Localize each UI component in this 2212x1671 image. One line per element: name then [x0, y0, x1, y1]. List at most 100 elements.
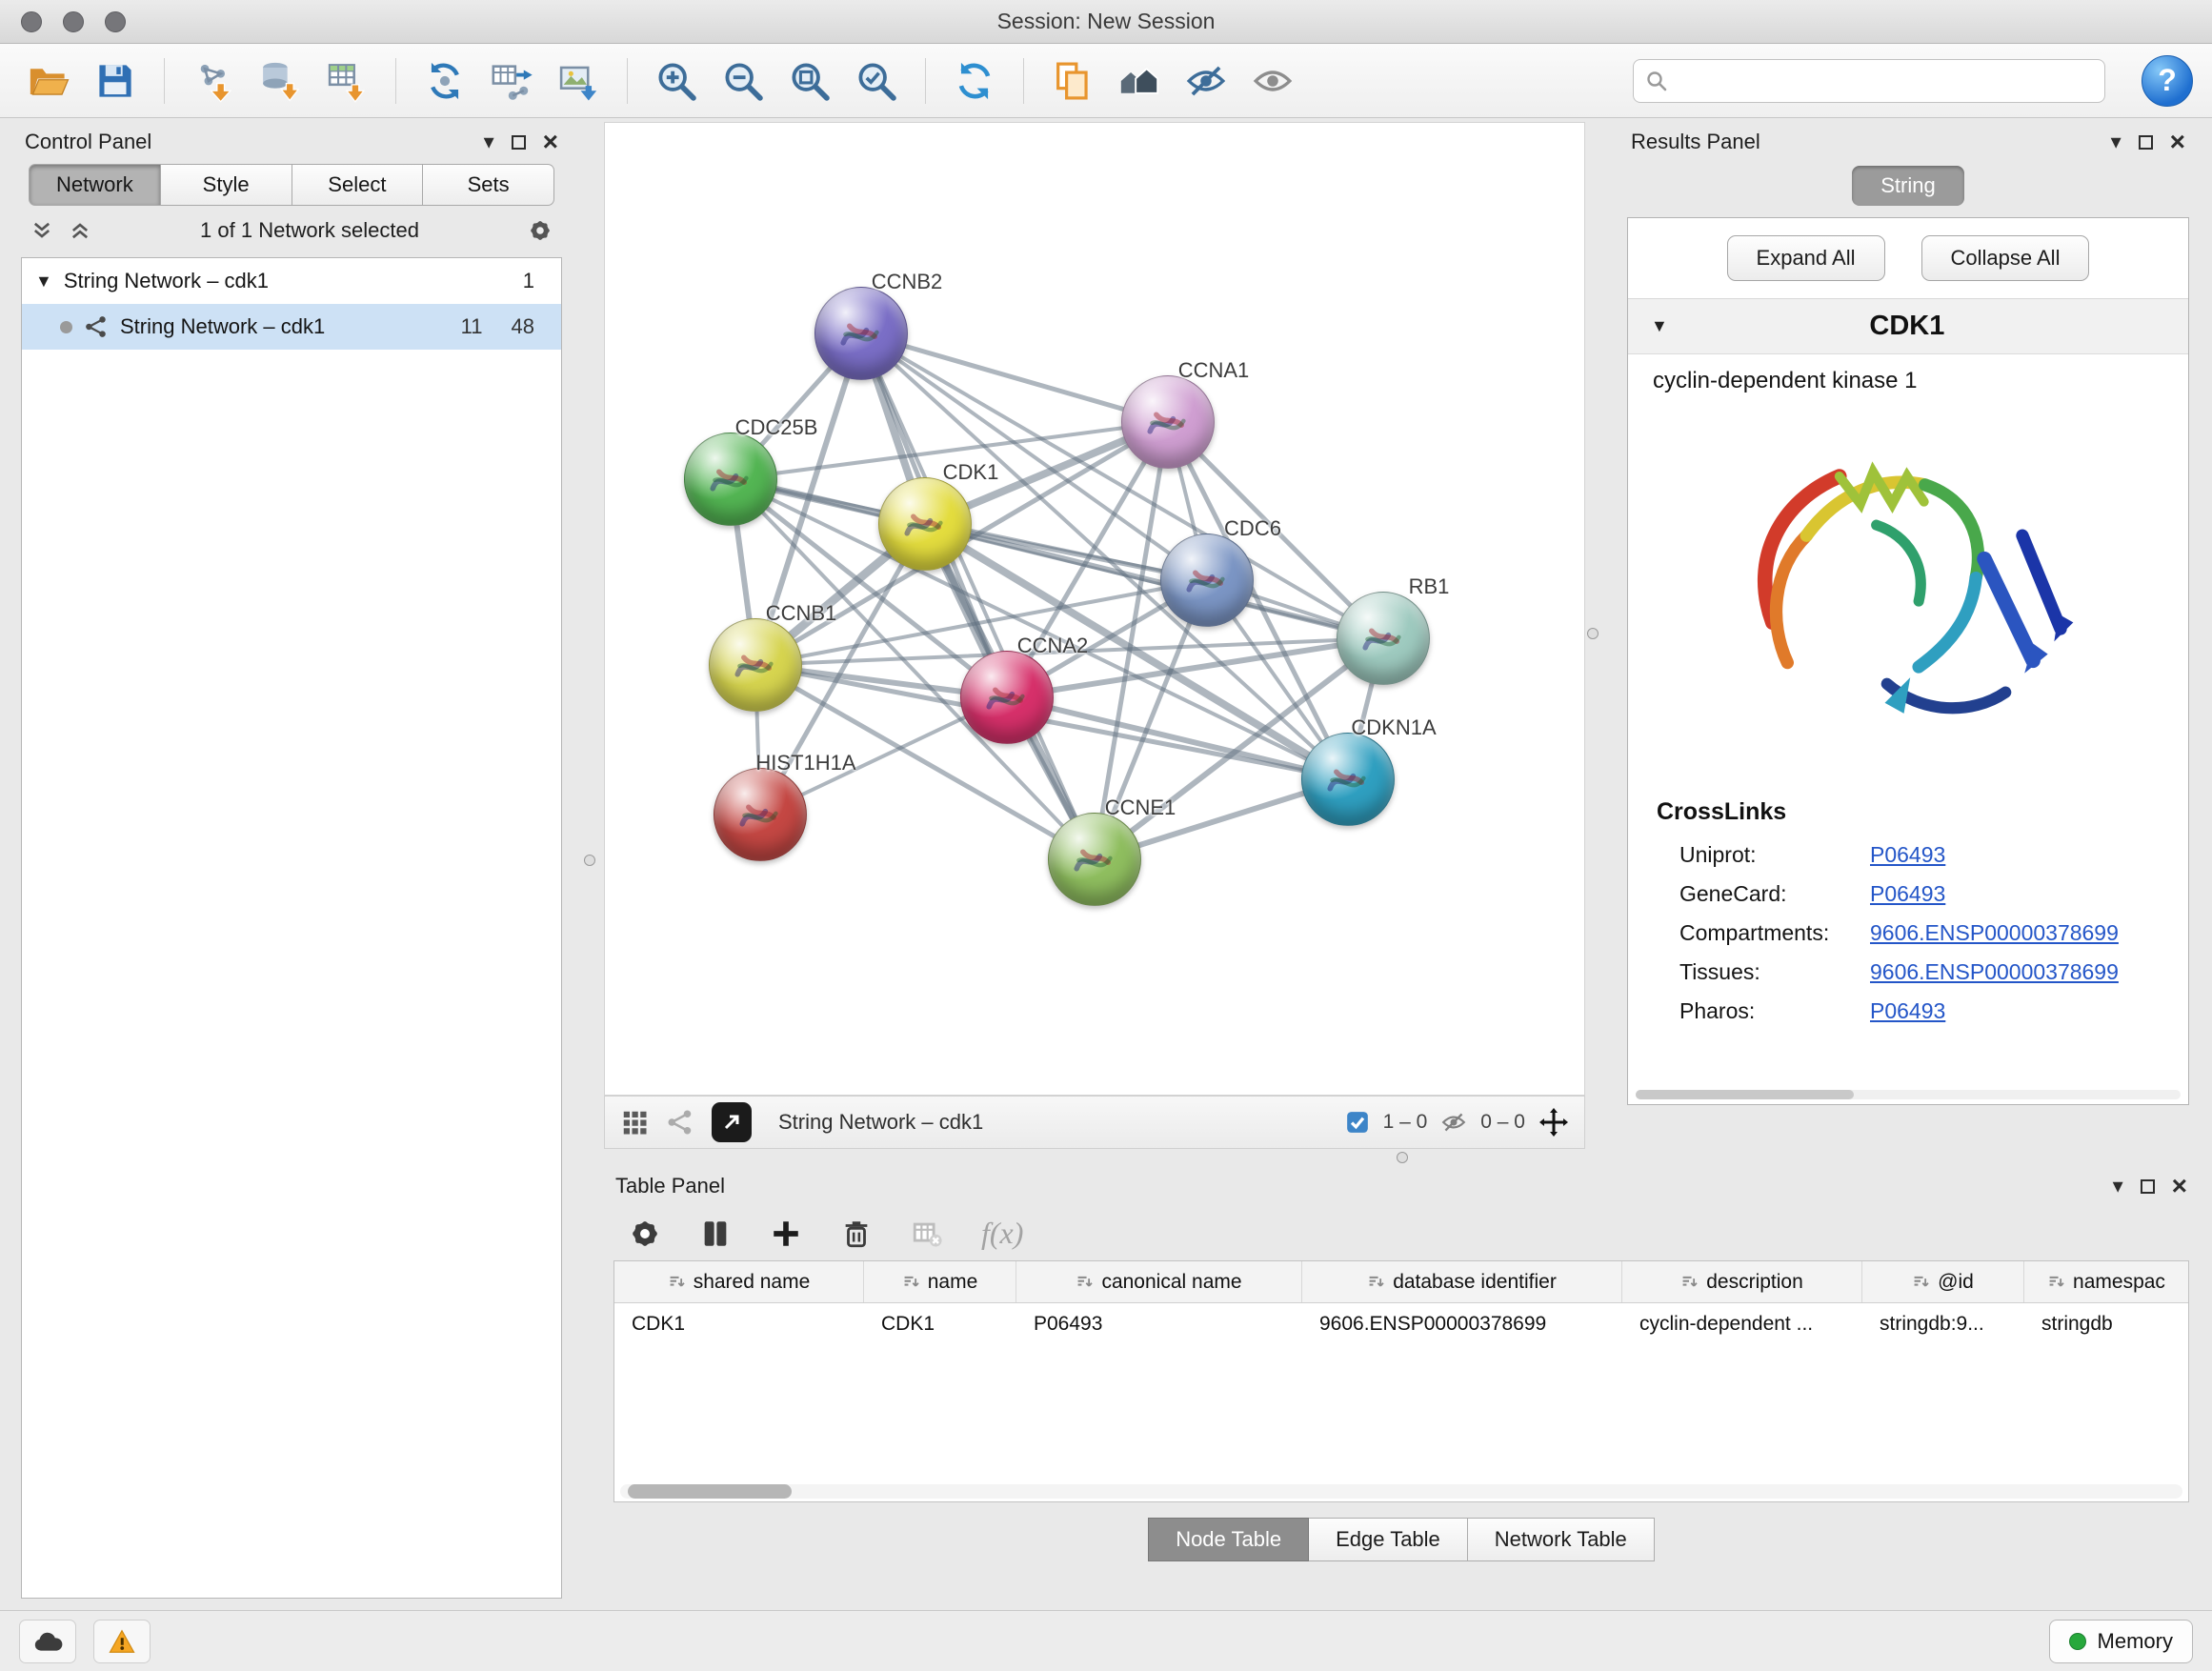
crosslink-genecard-link[interactable]: P06493	[1870, 881, 1945, 907]
network-node-CCNB2[interactable]	[814, 287, 908, 380]
collapse-all-icon[interactable]	[30, 219, 53, 242]
open-session-button[interactable]	[19, 51, 78, 111]
table-settings-button[interactable]	[629, 1218, 661, 1250]
network-node-CDC6[interactable]	[1160, 534, 1254, 627]
zoom-selected-button[interactable]	[847, 51, 906, 111]
zoom-out-button[interactable]	[714, 51, 773, 111]
column-header-canonical-name[interactable]: canonical name	[1016, 1261, 1302, 1302]
close-panel-icon[interactable]: ×	[2170, 129, 2185, 155]
show-columns-button[interactable]	[699, 1218, 732, 1250]
panel-menu-icon[interactable]: ▾	[2111, 130, 2122, 154]
string-results-box: Expand All Collapse All ▼ CDK1 cyclin-de…	[1627, 217, 2189, 1105]
tab-select[interactable]: Select	[292, 164, 424, 206]
zoom-fit-button[interactable]	[780, 51, 839, 111]
results-scrollbar[interactable]	[1636, 1090, 2181, 1099]
protein-section-header[interactable]: ▼ CDK1	[1628, 299, 2188, 354]
warnings-button[interactable]	[93, 1620, 151, 1663]
float-panel-icon[interactable]	[512, 135, 526, 150]
network-node-RB1[interactable]	[1337, 592, 1430, 685]
network-node-CCNA2[interactable]	[960, 651, 1054, 744]
hide-selected-button[interactable]	[1176, 51, 1236, 111]
export-image-button[interactable]	[549, 51, 608, 111]
gear-icon[interactable]	[528, 218, 553, 243]
network-row-selected[interactable]: String Network – cdk1 11 48	[22, 304, 561, 350]
expand-all-button[interactable]: Expand All	[1727, 235, 1885, 281]
crosslink-compartments-link[interactable]: 9606.ENSP00000378699	[1870, 920, 2119, 946]
column-header-database-identifier[interactable]: database identifier	[1302, 1261, 1622, 1302]
clear-table-button[interactable]	[911, 1218, 943, 1250]
float-panel-icon[interactable]	[2139, 135, 2153, 150]
tab-string[interactable]: String	[1852, 166, 1964, 206]
network-node-CDK1[interactable]	[878, 477, 972, 571]
crosslink-row: Uniprot: P06493	[1657, 836, 2160, 875]
share-network-icon[interactable]	[666, 1108, 694, 1137]
collapse-all-button[interactable]: Collapse All	[1921, 235, 2090, 281]
network-from-table-icon	[490, 59, 533, 103]
protein-thumbnail-icon	[1064, 829, 1127, 892]
network-node-CCNA1[interactable]	[1121, 375, 1215, 469]
float-panel-icon[interactable]	[2141, 1179, 2155, 1194]
refresh-button[interactable]	[945, 51, 1004, 111]
crosslink-pharos-link[interactable]: P06493	[1870, 998, 1945, 1024]
memory-button[interactable]: Memory	[2049, 1620, 2193, 1663]
column-header-id[interactable]: @id	[1862, 1261, 2024, 1302]
network-view-canvas[interactable]: CCNB2CCNA1CDC25BCDK1CDC6RB1CCNB1CCNA2CDK…	[604, 122, 1585, 1096]
network-node-label-CCNE1: CCNE1	[1105, 795, 1176, 820]
function-builder-button[interactable]: f(x)	[981, 1216, 1023, 1251]
expand-all-icon[interactable]	[69, 219, 91, 242]
network-node-HIST1H1A[interactable]	[714, 768, 807, 861]
import-network-from-database-button[interactable]	[251, 51, 310, 111]
selected-checkbox-icon[interactable]	[1345, 1110, 1370, 1135]
network-node-CDKN1A[interactable]	[1301, 733, 1395, 826]
network-from-table-button[interactable]	[482, 51, 541, 111]
hidden-eye-slash-icon[interactable]	[1440, 1109, 1467, 1136]
tab-node-table[interactable]: Node Table	[1148, 1518, 1309, 1561]
right-splitter-handle[interactable]	[1587, 628, 1599, 639]
network-collection-row[interactable]: ▼ String Network – cdk1 1	[22, 258, 561, 304]
column-header-name[interactable]: name	[864, 1261, 1016, 1302]
table-row[interactable]: CDK1 CDK1 P06493 9606.ENSP00000378699 cy…	[614, 1303, 2188, 1345]
zoom-in-button[interactable]	[647, 51, 706, 111]
close-panel-icon[interactable]: ×	[2172, 1173, 2187, 1199]
pan-crosshair-icon[interactable]	[1538, 1107, 1569, 1137]
network-collection-label: String Network – cdk1	[64, 269, 269, 293]
column-header-description[interactable]: description	[1622, 1261, 1862, 1302]
copy-document-button[interactable]	[1043, 51, 1102, 111]
toolbar-separator	[925, 58, 926, 104]
save-session-button[interactable]	[86, 51, 145, 111]
tab-sets[interactable]: Sets	[423, 164, 554, 206]
scrollbar-thumb[interactable]	[628, 1484, 792, 1499]
create-column-button[interactable]	[770, 1218, 802, 1250]
cloud-status-button[interactable]	[19, 1620, 76, 1663]
tab-edge-table[interactable]: Edge Table	[1309, 1518, 1468, 1561]
import-network-from-file-button[interactable]	[184, 51, 243, 111]
panel-menu-icon[interactable]: ▾	[484, 130, 494, 154]
show-all-button[interactable]	[1243, 51, 1302, 111]
navigator-toggle-button[interactable]	[712, 1102, 752, 1142]
panel-menu-icon[interactable]: ▾	[2113, 1174, 2123, 1198]
section-collapse-icon[interactable]: ▼	[1651, 316, 1668, 336]
help-button[interactable]: ?	[2142, 55, 2193, 107]
table-horizontal-scrollbar[interactable]	[620, 1484, 2182, 1499]
grid-view-icon[interactable]	[620, 1108, 649, 1137]
tree-expand-icon[interactable]: ▼	[35, 272, 52, 292]
delete-column-button[interactable]	[840, 1218, 873, 1250]
tab-network[interactable]: Network	[29, 164, 161, 206]
search-input[interactable]	[1678, 70, 2093, 92]
bottom-splitter-handle[interactable]	[1397, 1152, 1408, 1163]
clone-network-button[interactable]	[415, 51, 474, 111]
crosslink-tissues-link[interactable]: 9606.ENSP00000378699	[1870, 959, 2119, 985]
tab-network-table[interactable]: Network Table	[1468, 1518, 1655, 1561]
column-header-namespace[interactable]: namespac	[2024, 1261, 2188, 1302]
network-node-CCNE1[interactable]	[1048, 813, 1141, 906]
close-panel-icon[interactable]: ×	[543, 129, 558, 155]
crosslink-uniprot-link[interactable]: P06493	[1870, 842, 1945, 868]
sort-icon	[1076, 1274, 1093, 1291]
home-button[interactable]	[1110, 51, 1169, 111]
network-node-CCNB1[interactable]	[709, 618, 802, 712]
left-splitter-handle[interactable]	[584, 855, 595, 866]
tab-style[interactable]: Style	[161, 164, 292, 206]
network-node-CDC25B[interactable]	[684, 433, 777, 526]
column-header-shared-name[interactable]: shared name	[614, 1261, 864, 1302]
import-table-from-file-button[interactable]	[317, 51, 376, 111]
